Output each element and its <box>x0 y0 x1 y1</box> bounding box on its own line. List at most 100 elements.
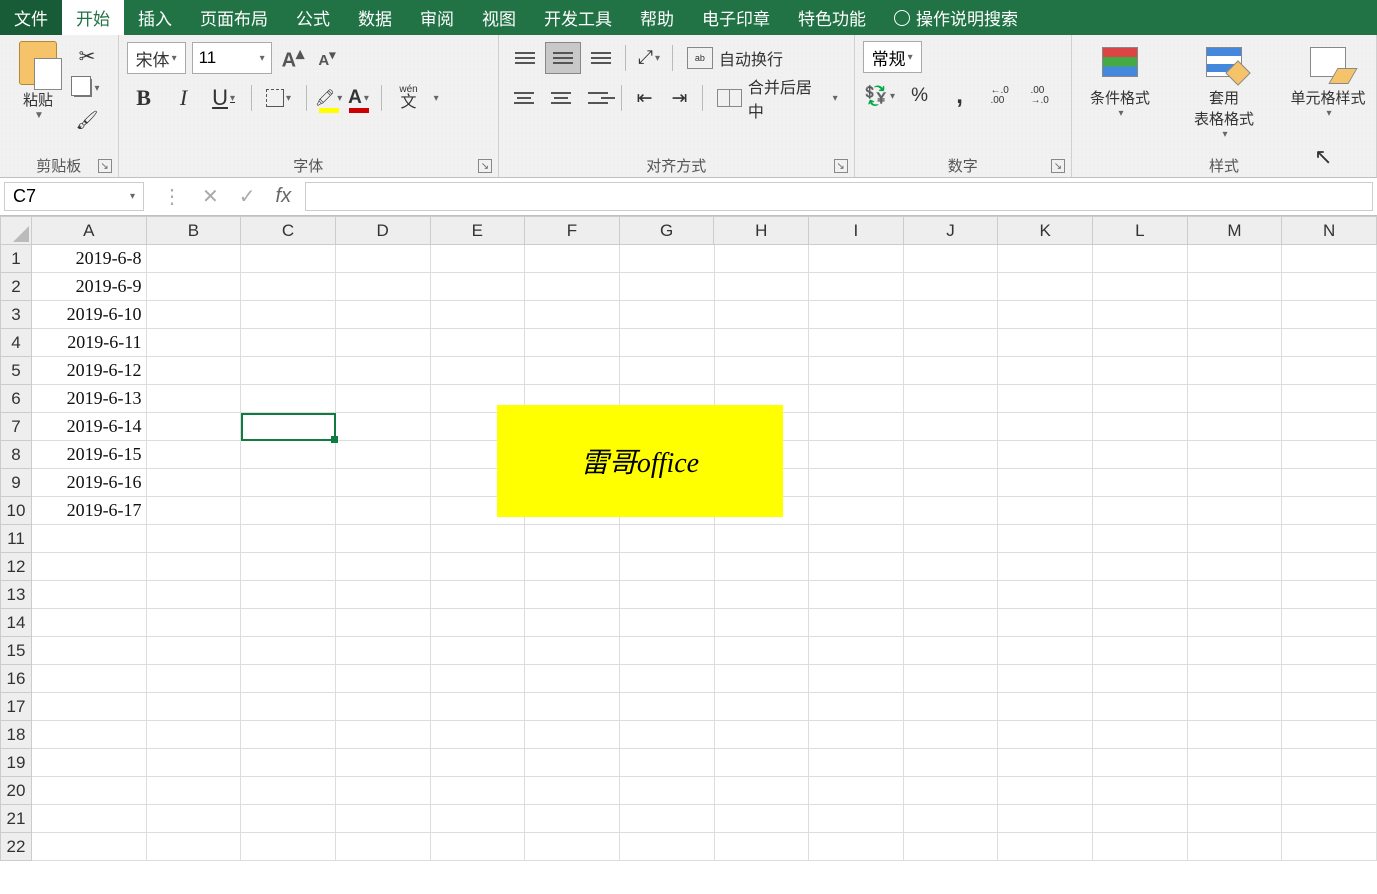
cell[interactable] <box>998 721 1093 749</box>
cell[interactable] <box>1188 637 1283 665</box>
cell[interactable] <box>336 721 431 749</box>
font-launcher[interactable]: ↘ <box>478 159 492 173</box>
cell[interactable] <box>525 805 620 833</box>
cell[interactable] <box>904 581 999 609</box>
tab-insert[interactable]: 插入 <box>124 0 186 35</box>
cell[interactable] <box>1093 693 1188 721</box>
cell[interactable] <box>147 413 242 441</box>
cell[interactable] <box>1188 721 1283 749</box>
cell[interactable]: 2019-6-16 <box>32 469 147 497</box>
cell[interactable] <box>1093 245 1188 273</box>
cell[interactable] <box>809 749 904 777</box>
tab-home[interactable]: 开始 <box>62 0 124 35</box>
cell[interactable] <box>809 273 904 301</box>
cell[interactable] <box>336 581 431 609</box>
cell[interactable] <box>998 525 1093 553</box>
cell[interactable] <box>904 497 999 525</box>
cell[interactable] <box>1093 833 1188 861</box>
more-icon[interactable]: ⋮ <box>162 184 182 209</box>
cell[interactable] <box>431 805 526 833</box>
cell[interactable] <box>1188 413 1283 441</box>
font-name-select[interactable]: 宋体▾ <box>127 42 186 74</box>
cell[interactable] <box>1282 385 1377 413</box>
cell[interactable] <box>715 833 810 861</box>
cell[interactable] <box>1188 245 1283 273</box>
cell[interactable] <box>431 637 526 665</box>
cell[interactable] <box>1188 357 1283 385</box>
row-header[interactable]: 22 <box>0 833 32 861</box>
row-header[interactable]: 10 <box>0 497 32 525</box>
column-header[interactable]: D <box>336 216 431 245</box>
cell[interactable] <box>431 301 526 329</box>
cell[interactable] <box>1282 609 1377 637</box>
cell[interactable] <box>241 329 336 357</box>
cell[interactable] <box>620 245 715 273</box>
cancel-icon[interactable]: ✕ <box>202 184 219 209</box>
cell[interactable] <box>1093 777 1188 805</box>
cell[interactable] <box>998 385 1093 413</box>
row-header[interactable]: 4 <box>0 329 32 357</box>
cell[interactable] <box>1093 329 1188 357</box>
row-header[interactable]: 13 <box>0 581 32 609</box>
cell[interactable] <box>620 581 715 609</box>
row-header[interactable]: 7 <box>0 413 32 441</box>
format-as-table-button[interactable]: 套用 表格格式▾ <box>1184 41 1264 140</box>
row-header[interactable]: 3 <box>0 301 32 329</box>
align-top-button[interactable] <box>507 42 543 74</box>
cell[interactable] <box>147 525 242 553</box>
row-header[interactable]: 16 <box>0 665 32 693</box>
cell[interactable] <box>147 245 242 273</box>
cell[interactable] <box>998 805 1093 833</box>
cell[interactable]: 2019-6-11 <box>32 329 147 357</box>
merge-center-button[interactable]: 合并后居中▾ <box>709 82 846 114</box>
cell[interactable] <box>147 637 242 665</box>
cell[interactable] <box>241 693 336 721</box>
cell[interactable] <box>809 357 904 385</box>
copy-button[interactable]: ▾ <box>72 75 102 101</box>
cell[interactable] <box>620 777 715 805</box>
font-size-select[interactable]: 11▾ <box>192 42 272 74</box>
cell[interactable] <box>1282 273 1377 301</box>
cell[interactable] <box>431 273 526 301</box>
cell[interactable] <box>904 609 999 637</box>
cell[interactable] <box>1282 581 1377 609</box>
cell[interactable] <box>715 777 810 805</box>
cell[interactable] <box>620 721 715 749</box>
cell[interactable] <box>1282 245 1377 273</box>
bold-button[interactable]: B <box>127 81 161 115</box>
cell[interactable] <box>998 637 1093 665</box>
tab-seal[interactable]: 电子印章 <box>688 0 784 35</box>
cell[interactable] <box>32 805 147 833</box>
decrease-decimal-button[interactable]: .00→.0 <box>1023 79 1057 113</box>
cell[interactable] <box>525 329 620 357</box>
cell[interactable] <box>715 245 810 273</box>
cell[interactable] <box>147 777 242 805</box>
cell[interactable] <box>620 357 715 385</box>
cell[interactable] <box>620 749 715 777</box>
tab-developer[interactable]: 开发工具 <box>530 0 626 35</box>
cell[interactable] <box>1093 665 1188 693</box>
cell[interactable] <box>147 357 242 385</box>
name-box[interactable]: C7▾ <box>4 182 144 211</box>
cell[interactable] <box>1282 469 1377 497</box>
cell[interactable] <box>904 637 999 665</box>
cell[interactable] <box>1282 721 1377 749</box>
cell[interactable] <box>336 497 431 525</box>
cell[interactable] <box>809 665 904 693</box>
cell[interactable] <box>620 693 715 721</box>
tab-help[interactable]: 帮助 <box>626 0 688 35</box>
cell[interactable] <box>525 525 620 553</box>
cell[interactable] <box>431 833 526 861</box>
cell[interactable] <box>715 609 810 637</box>
cell[interactable] <box>1188 665 1283 693</box>
cell[interactable] <box>715 581 810 609</box>
cell[interactable] <box>1282 413 1377 441</box>
row-header[interactable]: 21 <box>0 805 32 833</box>
cell[interactable] <box>1093 805 1188 833</box>
cell[interactable] <box>1188 525 1283 553</box>
cell[interactable] <box>1188 777 1283 805</box>
cell[interactable] <box>998 609 1093 637</box>
cell[interactable] <box>809 469 904 497</box>
row-header[interactable]: 11 <box>0 525 32 553</box>
cell[interactable] <box>32 749 147 777</box>
